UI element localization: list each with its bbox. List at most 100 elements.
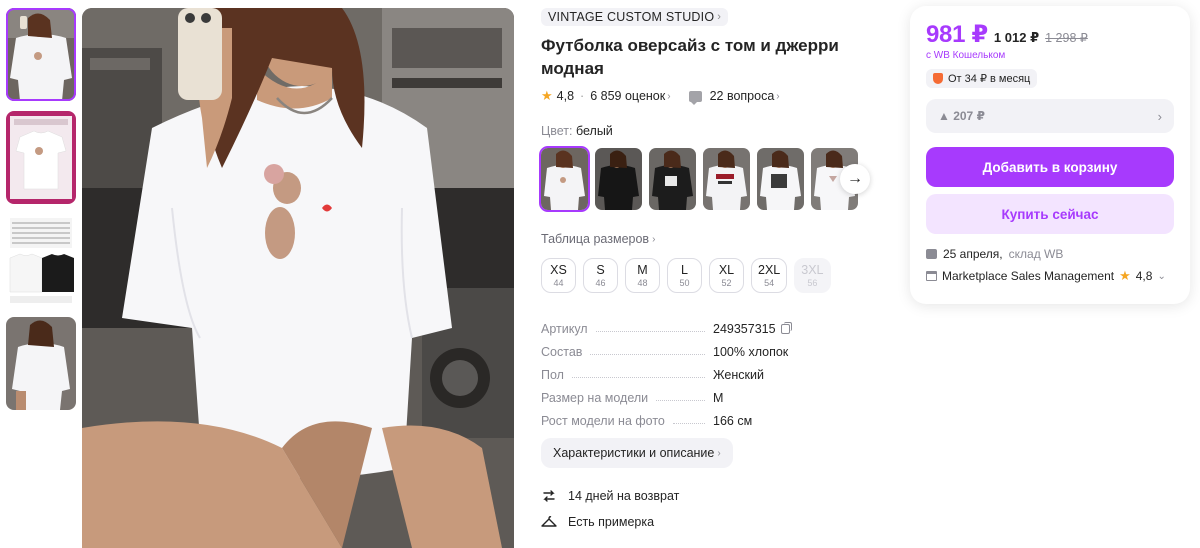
size-ru: 46 xyxy=(595,277,606,288)
color-swatch-3[interactable] xyxy=(649,148,696,210)
star-icon: ★ xyxy=(541,88,553,103)
delivery-info: 25 апреля, склад WB xyxy=(926,247,1174,261)
copy-icon[interactable] xyxy=(780,322,792,334)
hanger-icon xyxy=(541,516,557,527)
size-option-xs[interactable]: XS 44 xyxy=(541,258,576,293)
separator-dot: · xyxy=(580,89,585,103)
price-card: 981 ₽ 1 012 ₽ 1 298 ₽ с WB Кошельком От … xyxy=(910,6,1190,304)
size-ru: 56 xyxy=(807,277,818,288)
color-swatch-5[interactable] xyxy=(757,148,804,210)
swatch-3-image xyxy=(649,148,696,210)
color-label: Цвет: белый xyxy=(541,124,881,138)
questions-count: 22 вопроса xyxy=(709,89,775,103)
thumbnail-1[interactable] xyxy=(6,8,76,101)
perk-text: Есть примерка xyxy=(568,515,655,529)
chevron-right-icon: › xyxy=(717,11,722,23)
thumbnail-4-image xyxy=(6,317,76,410)
regular-price: 1 012 ₽ xyxy=(993,30,1040,45)
chevron-down-icon: ⌄ xyxy=(1157,270,1166,282)
box-icon xyxy=(926,249,937,259)
swatch-4-image xyxy=(703,148,750,210)
size-option-s[interactable]: S 46 xyxy=(583,258,618,293)
delivery-warehouse: склад WB xyxy=(1008,247,1064,261)
spec-key: Состав xyxy=(541,345,583,359)
questions-icon xyxy=(688,90,702,105)
perk-text: 14 дней на возврат xyxy=(568,489,680,503)
size-label: XS xyxy=(550,262,567,277)
add-to-cart-button[interactable]: Добавить в корзину xyxy=(926,147,1174,187)
spec-row-model-size: Размер на модели M xyxy=(541,382,881,405)
spec-row-model-height: Рост модели на фото 166 см xyxy=(541,405,881,428)
spec-key: Размер на модели xyxy=(541,391,649,405)
size-label: S xyxy=(596,262,605,277)
size-option-m[interactable]: M 48 xyxy=(625,258,660,293)
thumbnail-3-image xyxy=(6,214,76,307)
size-option-xl[interactable]: XL 52 xyxy=(709,258,744,293)
spec-value: 100% хлопок xyxy=(713,345,789,359)
color-value: белый xyxy=(575,124,613,138)
rating-row: ★ 4,8 · 6 859 оценок › 22 вопроса › xyxy=(541,88,881,105)
promo-text: ▲ 207 ₽ xyxy=(938,109,985,123)
promo-row[interactable]: ▲ 207 ₽ › xyxy=(926,99,1174,133)
seller-name: Marketplace Sales Management xyxy=(942,269,1115,283)
product-specs: Артикул 249357315 Состав 100% хлопок Пол… xyxy=(541,313,881,428)
spec-value: M xyxy=(713,391,724,405)
brand-link[interactable]: VINTAGE CUSTOM STUDIO › xyxy=(541,8,729,26)
rating-value: 4,8 xyxy=(556,89,575,103)
color-swatches: → xyxy=(539,146,881,212)
main-product-photo[interactable] xyxy=(82,8,514,548)
perks-list: 14 дней на возврат Есть примерка xyxy=(541,483,881,535)
color-swatch-1[interactable] xyxy=(539,146,590,212)
installment-badge[interactable]: От 34 ₽ в месяц xyxy=(926,69,1038,88)
chevron-right-icon: › xyxy=(652,233,656,245)
thumbnail-1-image xyxy=(6,8,76,101)
spec-key: Пол xyxy=(541,368,564,382)
seller-rating: 4,8 xyxy=(1135,269,1153,283)
size-ru: 50 xyxy=(679,277,690,288)
spec-row-composition: Состав 100% хлопок xyxy=(541,336,881,359)
product-info: VINTAGE CUSTOM STUDIO › Футболка оверсай… xyxy=(539,8,881,535)
spec-key: Артикул xyxy=(541,322,588,336)
perk-return: 14 дней на возврат xyxy=(541,483,881,509)
chevron-right-icon: › xyxy=(667,90,671,102)
perk-fitting: Есть примерка xyxy=(541,509,881,535)
brand-name: VINTAGE CUSTOM STUDIO xyxy=(548,10,715,24)
return-icon xyxy=(543,490,555,502)
arrow-right-icon: → xyxy=(847,170,863,187)
store-icon xyxy=(926,271,937,281)
seller-link[interactable]: Marketplace Sales Management ★ 4,8 ⌄ xyxy=(926,268,1174,284)
star-icon: ★ xyxy=(1119,268,1131,283)
product-title: Футболка оверсайз с том и джерри модная xyxy=(541,36,839,78)
thumbnail-3[interactable] xyxy=(6,214,76,307)
size-option-3xl: 3XL 56 xyxy=(794,258,831,293)
thumbnail-4[interactable] xyxy=(6,317,76,410)
old-price: 1 298 ₽ xyxy=(1045,31,1088,45)
color-label-text: Цвет: xyxy=(541,124,573,138)
size-ru: 44 xyxy=(553,277,564,288)
size-option-l[interactable]: L 50 xyxy=(667,258,702,293)
size-label: M xyxy=(637,262,648,277)
characteristics-label: Характеристики и описание xyxy=(553,446,715,460)
price-row: 981 ₽ 1 012 ₽ 1 298 ₽ xyxy=(926,20,1174,49)
swatch-5-image xyxy=(757,148,804,210)
spec-value: Женский xyxy=(713,368,764,382)
installment-text: От 34 ₽ в месяц xyxy=(948,73,1031,85)
chevron-right-icon: › xyxy=(717,447,721,459)
buy-now-button[interactable]: Купить сейчас xyxy=(926,194,1174,234)
size-table-link[interactable]: Таблица размеров › xyxy=(541,232,655,246)
size-label: 3XL xyxy=(801,262,824,277)
spec-key: Рост модели на фото xyxy=(541,414,665,428)
color-swatch-2[interactable] xyxy=(595,148,642,210)
swatches-next-button[interactable]: → xyxy=(840,164,870,194)
wallet-note: с WB Кошельком xyxy=(926,50,1006,61)
thumbnail-2[interactable] xyxy=(6,111,76,204)
spec-row-gender: Пол Женский xyxy=(541,359,881,382)
questions-link[interactable]: 22 вопроса › xyxy=(710,89,780,103)
swatch-2-image xyxy=(595,148,642,210)
size-ru: 54 xyxy=(764,277,775,288)
color-swatch-4[interactable] xyxy=(703,148,750,210)
size-option-2xl[interactable]: 2XL 54 xyxy=(751,258,788,293)
characteristics-button[interactable]: Характеристики и описание › xyxy=(541,438,733,468)
reviews-link[interactable]: 6 859 оценок › xyxy=(590,89,670,103)
spec-row-article: Артикул 249357315 xyxy=(541,313,881,336)
